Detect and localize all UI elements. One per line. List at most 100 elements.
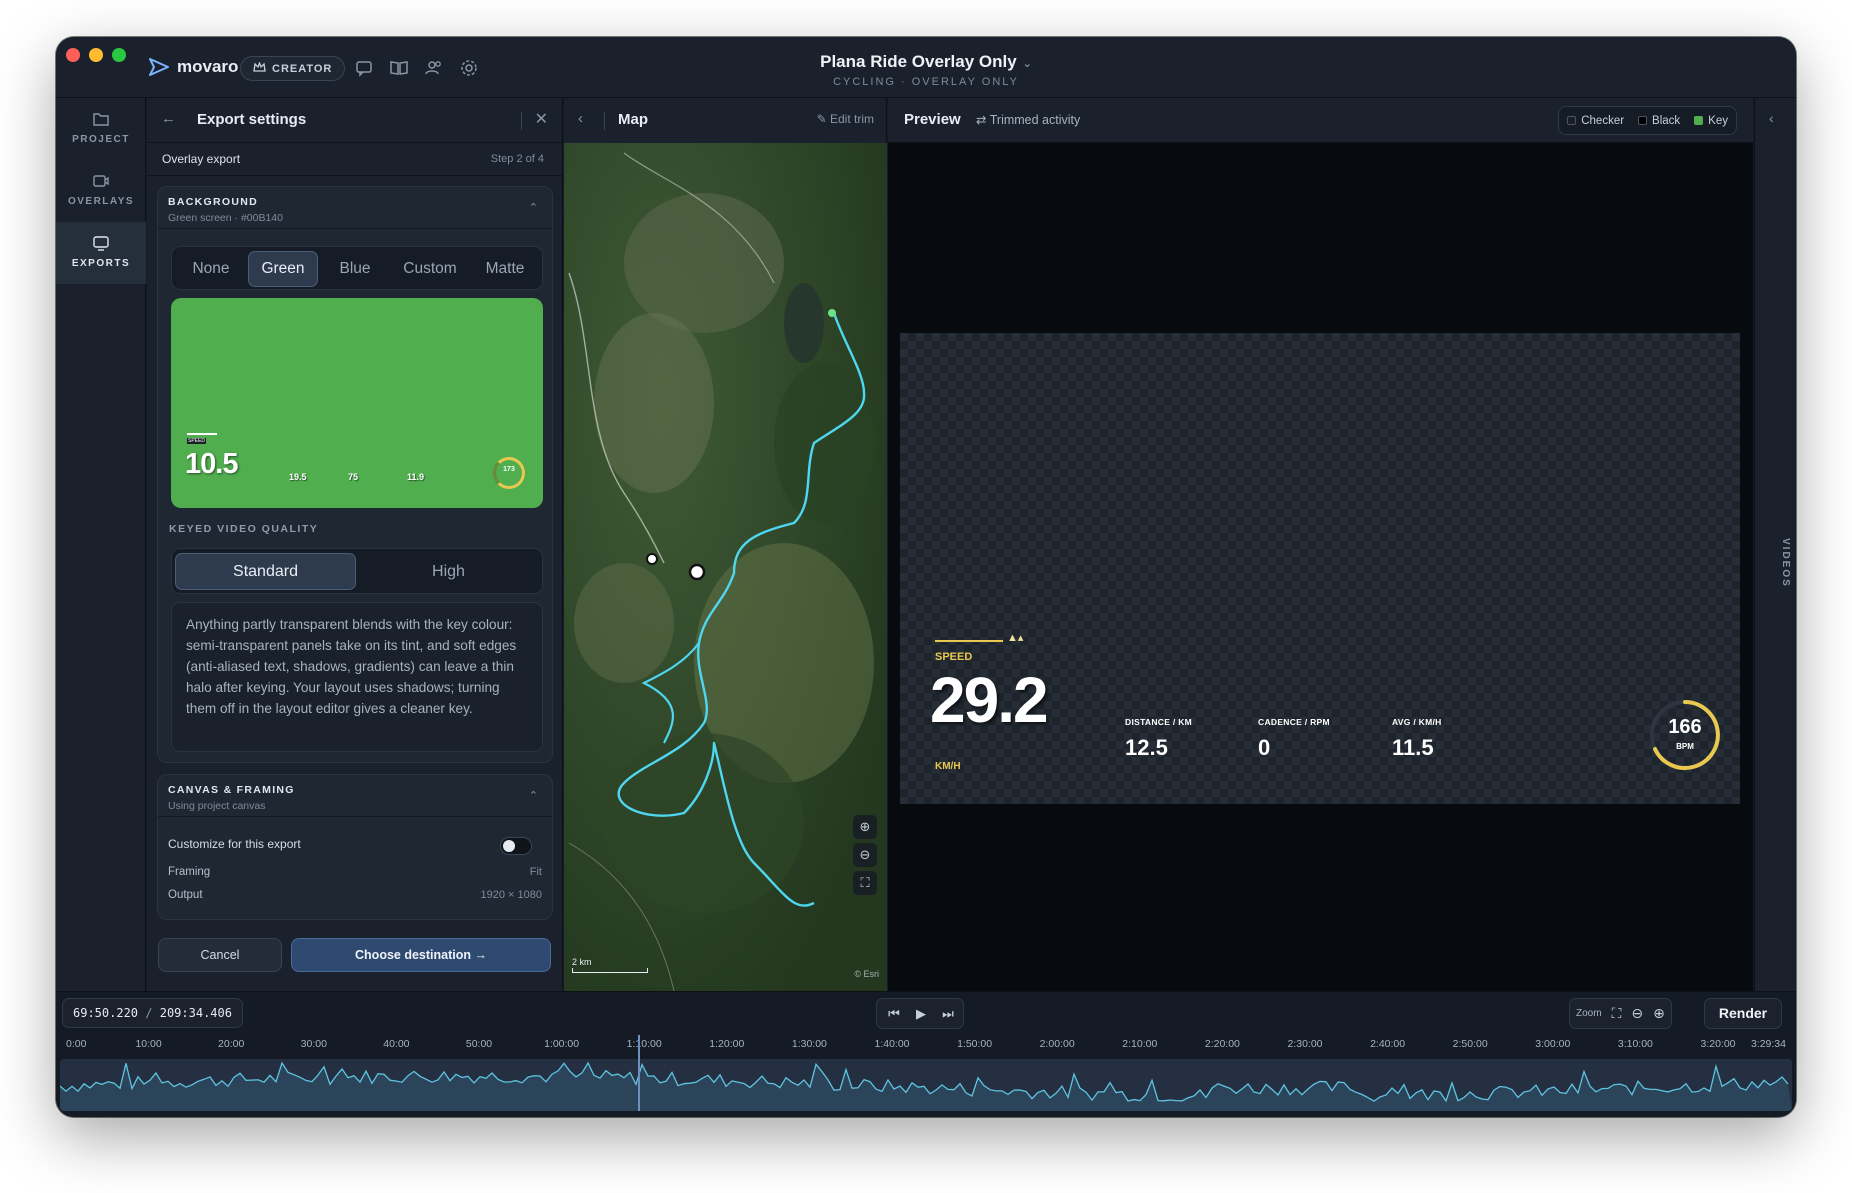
close-icon[interactable]: ✕ — [535, 109, 548, 129]
rail-item-overlays[interactable]: OVERLAYS — [56, 160, 146, 222]
framing-value: Fit — [529, 866, 542, 878]
rail-item-exports[interactable]: EXPORTS — [56, 222, 146, 284]
chevron-up-icon[interactable]: ⌃ — [529, 201, 538, 214]
background-option-green[interactable]: Green — [248, 251, 318, 287]
current-time: 69:50.220 — [73, 1006, 139, 1020]
framing-label: Framing — [168, 866, 211, 878]
output-label: Output — [168, 889, 203, 901]
zoom-controls: Zoom ⛶ ⊖ ⊕ — [1569, 998, 1672, 1029]
tick-label: 2:50:00 — [1452, 1038, 1488, 1050]
key-swatch — [1694, 115, 1704, 125]
quality-option-high[interactable]: High — [358, 553, 539, 590]
framing-row: Framing Fit — [168, 866, 542, 878]
rail-item-label: OVERLAYS — [67, 196, 135, 207]
total-time: 209:34.406 — [159, 1006, 232, 1020]
canvas-card: CANVAS & FRAMING Using project canvas ⌃ … — [157, 774, 553, 920]
left-rail: PROJECT OVERLAYS EXPORTS — [56, 98, 146, 991]
transport-controls: ⏮ ▶ ⏭ — [876, 998, 964, 1029]
render-button[interactable]: Render — [1704, 998, 1782, 1029]
zoom-in-icon[interactable]: ⊕ — [853, 815, 877, 839]
export-step-indicator: Step 2 of 4 — [490, 153, 544, 165]
tick-label: 2:20:00 — [1204, 1038, 1240, 1050]
fullscreen-icon[interactable]: ⛶ — [853, 871, 877, 895]
zoom-in-icon[interactable]: ⊕ — [1653, 1005, 1665, 1022]
background-option-none[interactable]: None — [176, 251, 246, 287]
background-subtitle: Green screen · #00B140 — [168, 212, 283, 224]
stat-value: 0 — [1258, 735, 1271, 760]
rail-item-project[interactable]: PROJECT — [56, 98, 146, 160]
mini-speed-bar — [187, 433, 217, 435]
rail-item-label: PROJECT — [72, 134, 130, 145]
activity-track[interactable] — [60, 1059, 1792, 1111]
quality-option-standard[interactable]: Standard — [175, 553, 356, 590]
satellite-map[interactable]: ⊕ ⊖ ⛶ 2 km © Esri — [564, 143, 887, 991]
customize-toggle[interactable] — [500, 837, 532, 855]
background-selector: None Green Blue Custom Matte — [171, 246, 543, 290]
chevron-left-icon[interactable]: ‹ — [578, 110, 583, 127]
bg-option-label: Black — [1652, 114, 1681, 127]
background-card-header[interactable]: BACKGROUND Green screen · #00B140 ⌃ — [158, 187, 552, 229]
bg-option-black[interactable]: Black — [1638, 115, 1680, 127]
chevron-up-icon[interactable]: ⌃ — [529, 789, 538, 802]
skip-forward-icon[interactable]: ⏭ — [939, 1005, 957, 1023]
right-rail: ‹ VIDEOS — [1754, 98, 1796, 991]
mini-heart-value: 173 — [503, 466, 515, 473]
map-header: ‹ Map ✎ Edit trim — [564, 98, 886, 143]
mini-speed-label: SPEED — [187, 438, 206, 444]
heart-rate-value: 166 — [1668, 716, 1702, 738]
background-heading: BACKGROUND — [168, 196, 258, 208]
videos-tab[interactable]: VIDEOS — [1761, 538, 1791, 588]
project-title: Plana Ride Overlay Only — [820, 52, 1017, 71]
scale-label: 2 km — [572, 957, 592, 967]
preview-background-toggle: Checker Black Key — [1558, 106, 1737, 135]
canvas-card-header[interactable]: CANVAS & FRAMING Using project canvas ⌃ — [158, 775, 552, 817]
background-option-matte[interactable]: Matte — [470, 251, 540, 287]
export-panel-header: ← Export settings ✕ — [147, 98, 562, 143]
tick-label: 2:30:00 — [1287, 1038, 1323, 1050]
trimmed-activity-label[interactable]: ⇄ Trimmed activity — [976, 112, 1080, 127]
zoom-out-icon[interactable]: ⊖ — [853, 843, 877, 867]
tick-label: 3:00:00 — [1535, 1038, 1571, 1050]
mini-heart-ring — [493, 457, 525, 489]
speed-value: 29.2 — [930, 664, 1049, 736]
speed-unit: KM/H — [935, 761, 961, 772]
cancel-button[interactable]: Cancel — [158, 938, 282, 972]
title-bar: movaro CREATOR Plana Ride Overlay Only ⌄ … — [56, 37, 1796, 98]
mini-stat-cadence: 75 — [348, 472, 359, 482]
map-title: Map — [618, 111, 648, 128]
chevron-down-icon: ⌄ — [1022, 58, 1032, 70]
playhead[interactable] — [638, 1035, 640, 1111]
time-ruler[interactable]: 0:00 10:00 20:00 30:00 40:00 50:00 1:00:00 1:10… — [56, 1035, 1796, 1057]
edit-trim-label: Edit trim — [829, 112, 874, 126]
edit-trim-button[interactable]: ✎ Edit trim — [817, 112, 874, 126]
background-option-custom[interactable]: Custom — [392, 251, 468, 287]
bg-option-label: Key — [1708, 114, 1728, 127]
heart-rate-unit: BPM — [1676, 742, 1694, 751]
tick-label: 1:10:00 — [626, 1038, 662, 1050]
trim-icon: ⇄ — [976, 113, 990, 127]
choose-destination-button[interactable]: Choose destination → — [291, 938, 551, 972]
quality-heading: KEYED VIDEO QUALITY — [169, 523, 319, 535]
bg-option-key[interactable]: Key — [1694, 115, 1728, 127]
mini-speed-value: 10.5 — [185, 448, 238, 480]
tick-label: 2:10:00 — [1122, 1038, 1158, 1050]
export-settings-panel: ← Export settings ✕ Overlay export Step … — [147, 98, 563, 991]
fit-icon[interactable]: ⛶ — [1612, 1005, 1622, 1022]
zoom-out-icon[interactable]: ⊖ — [1631, 1005, 1643, 1022]
back-arrow-icon[interactable]: ← — [161, 110, 176, 127]
divider — [604, 112, 605, 130]
tick-label: 1:50:00 — [957, 1038, 993, 1050]
bg-option-checker[interactable]: Checker — [1567, 115, 1624, 127]
project-title-block[interactable]: Plana Ride Overlay Only ⌄ CYCLING · OVERL… — [56, 52, 1796, 88]
tick-label: 1:40:00 — [874, 1038, 910, 1050]
edit-icon: ✎ — [816, 112, 830, 126]
background-option-blue[interactable]: Blue — [320, 251, 390, 287]
skip-back-icon[interactable]: ⏮ — [885, 1005, 903, 1023]
stat-cadence: CADENCE / RPM 0 — [1258, 717, 1330, 761]
preview-title: Preview — [904, 111, 961, 128]
video-icon — [93, 175, 109, 187]
chevron-left-icon[interactable]: ‹ — [1769, 110, 1774, 126]
speed-trend-icon: ▲▴ — [1007, 632, 1024, 644]
speed-label: SPEED — [935, 651, 973, 663]
play-icon[interactable]: ▶ — [912, 1005, 930, 1023]
